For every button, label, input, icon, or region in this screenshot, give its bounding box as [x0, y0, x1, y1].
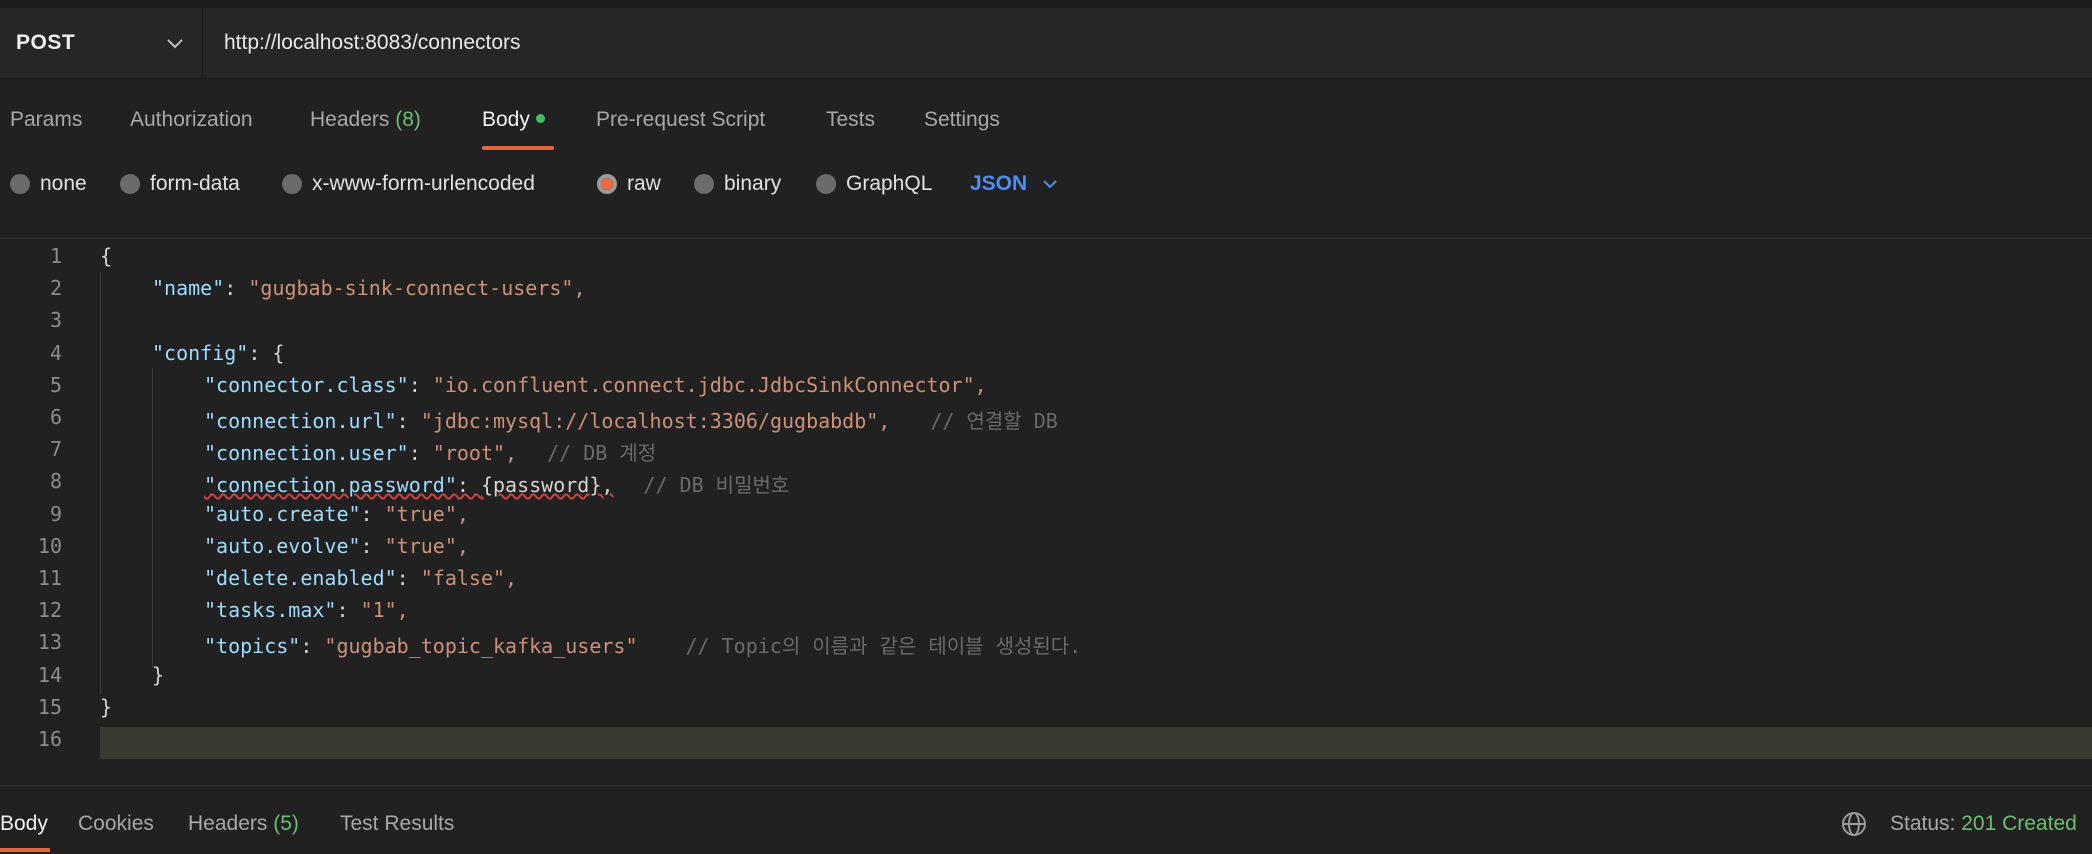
divider [0, 238, 2092, 239]
code-line: "delete.enabled": "false", [204, 566, 517, 590]
line-number: 11 [37, 566, 62, 590]
code-line: "connection.url": "jdbc:mysql://localhos… [204, 405, 1058, 434]
tab-pre-request-script[interactable]: Pre-request Script [596, 108, 765, 132]
indent-guide [152, 368, 153, 668]
headers-count: (8) [395, 108, 421, 131]
code-comment: // 연결할 DB [930, 409, 1058, 433]
active-tab-indicator [482, 146, 554, 150]
line-number: 16 [37, 727, 62, 751]
response-bar: Body Cookies Headers (5) Test Results St… [0, 796, 2092, 854]
radio-icon [816, 174, 836, 194]
tab-authorization[interactable]: Authorization [130, 108, 253, 132]
json-key: "config": { [152, 341, 285, 365]
json-key: "connection.user": "root", [204, 441, 518, 465]
response-tab-body[interactable]: Body [0, 812, 48, 836]
tab-params[interactable]: Params [10, 108, 82, 132]
line-number: 8 [49, 469, 62, 493]
request-url-bar: POST http://localhost:8083/connectors [0, 8, 2092, 79]
line-number: 15 [37, 695, 62, 719]
indent-guide [100, 272, 101, 694]
line-number: 5 [49, 373, 62, 397]
json-key: "name": "gugbab-sink-connect-users", [152, 276, 586, 300]
line-number: 4 [49, 341, 62, 365]
json-key: "topics": "gugbab_topic_kafka_users" [204, 634, 638, 658]
body-modified-dot [535, 113, 545, 123]
radio-icon [694, 174, 714, 194]
chevron-down-icon [167, 39, 183, 49]
status-value: 201 Created [1961, 812, 2077, 835]
globe-icon[interactable] [1840, 810, 1868, 838]
response-tab-headers[interactable]: Headers (5) [188, 812, 299, 836]
body-type-options: none form-data x-www-form-urlencoded raw… [0, 162, 2092, 212]
line-number: 3 [49, 308, 62, 332]
radio-x-www-form-urlencoded[interactable]: x-www-form-urlencoded [282, 172, 535, 196]
code-line: { [100, 244, 113, 268]
request-tabs: Params Authorization Headers (8) Body Pr… [0, 88, 2092, 152]
tab-headers[interactable]: Headers (8) [310, 108, 421, 132]
line-number: 13 [37, 630, 62, 654]
active-response-tab-indicator [0, 848, 50, 852]
line-number: 12 [37, 598, 62, 622]
method-select[interactable]: POST [0, 8, 203, 78]
chevron-down-icon [1043, 180, 1057, 189]
line-number: 7 [49, 437, 62, 461]
line-number: 9 [49, 502, 62, 526]
tab-tests[interactable]: Tests [826, 108, 875, 132]
json-key: "auto.create": "true", [204, 502, 469, 526]
line-number: 2 [49, 276, 62, 300]
code-comment: // Topic의 이름과 같은 테이블 생성된다. [685, 634, 1082, 658]
radio-binary[interactable]: binary [694, 172, 781, 196]
window-top-strip [0, 0, 2092, 8]
tab-settings[interactable]: Settings [924, 108, 1000, 132]
response-headers-count: (5) [273, 812, 299, 835]
json-key: "delete.enabled": "false", [204, 566, 518, 590]
line-number: 1 [49, 244, 62, 268]
code-comment: // DB 계정 [547, 441, 657, 465]
radio-none[interactable]: none [10, 172, 87, 196]
radio-selected-icon [597, 174, 617, 194]
code-line: } [152, 663, 165, 687]
radio-graphql[interactable]: GraphQL [816, 172, 932, 196]
json-key: "connection.password": {password}, [204, 473, 614, 497]
radio-raw[interactable]: raw [597, 172, 661, 196]
line-number: 14 [37, 663, 62, 687]
code-editor[interactable]: 1 2 3 4 5 6 7 8 9 10 11 12 13 14 15 16 {… [0, 240, 2092, 785]
json-key: "tasks.max": "1", [204, 598, 409, 622]
response-tab-cookies[interactable]: Cookies [78, 812, 154, 836]
method-label: POST [16, 31, 76, 54]
response-status: Status: 201 Created [1890, 812, 2077, 835]
code-line: } [100, 695, 113, 719]
code-line: "connection.password": {password}, // DB … [204, 469, 789, 498]
json-key: "connector.class": "io.confluent.connect… [204, 373, 987, 397]
code-line: "connection.user": "root", // DB 계정 [204, 437, 656, 466]
tab-body[interactable]: Body [482, 108, 545, 132]
code-line: "auto.create": "true", [204, 502, 469, 526]
response-tab-test-results[interactable]: Test Results [340, 812, 454, 836]
raw-format-select[interactable]: JSON [970, 172, 1059, 196]
json-key: "auto.evolve": "true", [204, 534, 469, 558]
line-number: 10 [37, 534, 62, 558]
code-line: "connector.class": "io.confluent.connect… [204, 373, 987, 397]
json-key: "connection.url": "jdbc:mysql://localhos… [204, 409, 891, 433]
radio-icon [10, 174, 30, 194]
radio-icon [120, 174, 140, 194]
code-line: "topics": "gugbab_topic_kafka_users" // T… [204, 630, 1081, 659]
code-line: "config": { [152, 341, 284, 365]
code-line: "name": "gugbab-sink-connect-users", [152, 276, 586, 300]
url-input[interactable]: http://localhost:8083/connectors [224, 8, 521, 78]
radio-form-data[interactable]: form-data [120, 172, 240, 196]
current-line-highlight [100, 727, 2092, 759]
code-line: "tasks.max": "1", [204, 598, 409, 622]
code-line: "auto.evolve": "true", [204, 534, 469, 558]
line-number: 6 [49, 405, 62, 429]
divider [0, 785, 2092, 786]
radio-icon [282, 174, 302, 194]
code-comment: // DB 비밀번호 [643, 473, 790, 497]
